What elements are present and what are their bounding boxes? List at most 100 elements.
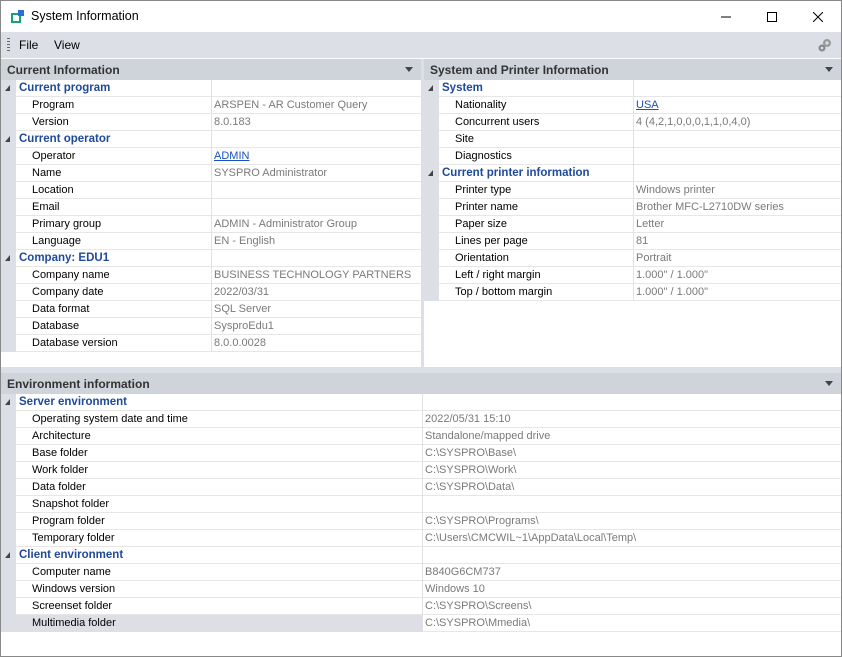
category-label: Current printer information	[442, 167, 590, 179]
chevron-down-icon[interactable]	[405, 67, 413, 72]
column-divider	[211, 131, 212, 148]
category-row[interactable]: Current operator	[1, 131, 421, 148]
property-row[interactable]: Operating system date and time 2022/05/31…	[1, 411, 841, 428]
column-divider	[633, 250, 634, 267]
property-name: Program folder	[32, 515, 105, 527]
property-name: Primary group	[32, 218, 102, 230]
category-row[interactable]: Current program	[1, 80, 421, 97]
property-row[interactable]: Language EN - English	[1, 233, 421, 250]
property-row[interactable]: Diagnostics	[424, 148, 841, 165]
column-divider	[422, 581, 423, 598]
property-row[interactable]: Data format SQL Server	[1, 301, 421, 318]
system-printer-header[interactable]: System and Printer Information	[424, 59, 841, 80]
collapse-triangle-icon[interactable]	[5, 136, 10, 142]
property-value-link[interactable]: ADMIN	[214, 150, 249, 162]
row-gutter	[1, 598, 16, 615]
category-row[interactable]: Company: EDU1	[1, 250, 421, 267]
system-printer-title: System and Printer Information	[430, 63, 609, 77]
title-bar: System Information	[1, 1, 841, 32]
property-row[interactable]: Company date 2022/03/31	[1, 284, 421, 301]
column-divider	[211, 199, 212, 216]
property-name: Left / right margin	[455, 269, 541, 281]
current-information-header[interactable]: Current Information	[1, 59, 421, 80]
menu-file[interactable]: File	[19, 38, 38, 52]
category-row[interactable]: Server environment	[1, 394, 841, 411]
property-row[interactable]: Nationality USA	[424, 97, 841, 114]
row-gutter	[424, 148, 439, 165]
property-row[interactable]: Computer name B840G6CM737	[1, 564, 841, 581]
row-gutter	[1, 335, 16, 352]
property-row[interactable]: Data folder C:\SYSPRO\Data\	[1, 479, 841, 496]
gear-icon[interactable]	[817, 37, 833, 53]
property-row[interactable]: Left / right margin 1.000" / 1.000"	[424, 267, 841, 284]
property-name: Name	[32, 167, 62, 179]
row-gutter	[1, 394, 16, 411]
property-row[interactable]: Name SYSPRO Administrator	[1, 165, 421, 182]
property-name: Nationality	[455, 99, 507, 111]
property-row[interactable]: Program ARSPEN - AR Customer Query	[1, 97, 421, 114]
property-row[interactable]: Temporary folder C:\Users\CMCWIL~1\AppDat…	[1, 530, 841, 547]
property-row[interactable]: Version 8.0.183	[1, 114, 421, 131]
property-row[interactable]: Program folder C:\SYSPRO\Programs\	[1, 513, 841, 530]
property-row[interactable]: Lines per page 81	[424, 233, 841, 250]
collapse-triangle-icon[interactable]	[5, 85, 10, 91]
minimize-button[interactable]	[703, 1, 749, 32]
category-label: Current program	[19, 82, 111, 94]
property-row[interactable]: Operator ADMIN	[1, 148, 421, 165]
property-row[interactable]: Base folder C:\SYSPRO\Base\	[1, 445, 841, 462]
category-label: Server environment	[19, 396, 128, 408]
column-divider	[633, 182, 634, 199]
toolbar-grip[interactable]	[7, 38, 10, 52]
row-gutter	[1, 148, 16, 165]
maximize-button[interactable]	[749, 1, 795, 32]
collapse-triangle-icon[interactable]	[5, 399, 10, 405]
property-row[interactable]: Windows version Windows 10	[1, 581, 841, 598]
property-row[interactable]: Database SysproEdu1	[1, 318, 421, 335]
environment-header[interactable]: Environment information	[1, 373, 841, 394]
collapse-triangle-icon[interactable]	[428, 85, 433, 91]
property-row[interactable]: Company name BUSINESS TECHNOLOGY PARTNERS	[1, 267, 421, 284]
chevron-down-icon[interactable]	[825, 67, 833, 72]
collapse-triangle-icon[interactable]	[5, 552, 10, 558]
column-divider	[422, 496, 423, 513]
collapse-triangle-icon[interactable]	[428, 170, 433, 176]
property-row[interactable]: Location	[1, 182, 421, 199]
property-row[interactable]: Primary group ADMIN - Administrator Group	[1, 216, 421, 233]
category-row[interactable]: Client environment	[1, 547, 841, 564]
property-row[interactable]: Work folder C:\SYSPRO\Work\	[1, 462, 841, 479]
property-value: 1.000" / 1.000"	[636, 286, 709, 298]
property-value: C:\SYSPRO\Base\	[425, 447, 517, 459]
property-row[interactable]: Email	[1, 199, 421, 216]
property-name: Lines per page	[455, 235, 528, 247]
property-row[interactable]: Paper size Letter	[424, 216, 841, 233]
property-row[interactable]: Site	[424, 131, 841, 148]
property-name: Architecture	[32, 430, 91, 442]
property-row[interactable]: Concurrent users 4 (4,2,1,0,0,0,1,1,0,4,0…	[424, 114, 841, 131]
property-value: ADMIN - Administrator Group	[214, 218, 358, 230]
collapse-triangle-icon[interactable]	[5, 255, 10, 261]
chevron-down-icon[interactable]	[825, 381, 833, 386]
property-row[interactable]: Snapshot folder	[1, 496, 841, 513]
property-row[interactable]: Top / bottom margin 1.000" / 1.000"	[424, 284, 841, 301]
system-printer-grid: System Nationality USA Concurrent users 4 (4…	[424, 80, 841, 301]
property-name: Multimedia folder	[32, 617, 116, 629]
property-value: C:\SYSPRO\Programs\	[425, 515, 539, 527]
maximize-icon	[767, 11, 777, 22]
category-row[interactable]: Current printer information	[424, 165, 841, 182]
property-row[interactable]: Multimedia folder C:\SYSPRO\Mmedia\	[1, 615, 841, 632]
property-name: Work folder	[32, 464, 89, 476]
column-divider	[422, 615, 423, 632]
property-value: C:\SYSPRO\Mmedia\	[425, 617, 531, 629]
property-row[interactable]: Printer name Brother MFC-L2710DW series	[424, 199, 841, 216]
property-row[interactable]: Database version 8.0.0.0028	[1, 335, 421, 352]
column-divider	[422, 428, 423, 445]
close-button[interactable]	[795, 1, 841, 32]
property-row[interactable]: Printer type Windows printer	[424, 182, 841, 199]
property-value-link[interactable]: USA	[636, 99, 659, 111]
category-row[interactable]: System	[424, 80, 841, 97]
property-row[interactable]: Orientation Portrait	[424, 250, 841, 267]
property-row[interactable]: Architecture Standalone/mapped drive	[1, 428, 841, 445]
property-value: C:\SYSPRO\Screens\	[425, 600, 532, 612]
menu-view[interactable]: View	[54, 38, 80, 52]
property-row[interactable]: Screenset folder C:\SYSPRO\Screens\	[1, 598, 841, 615]
